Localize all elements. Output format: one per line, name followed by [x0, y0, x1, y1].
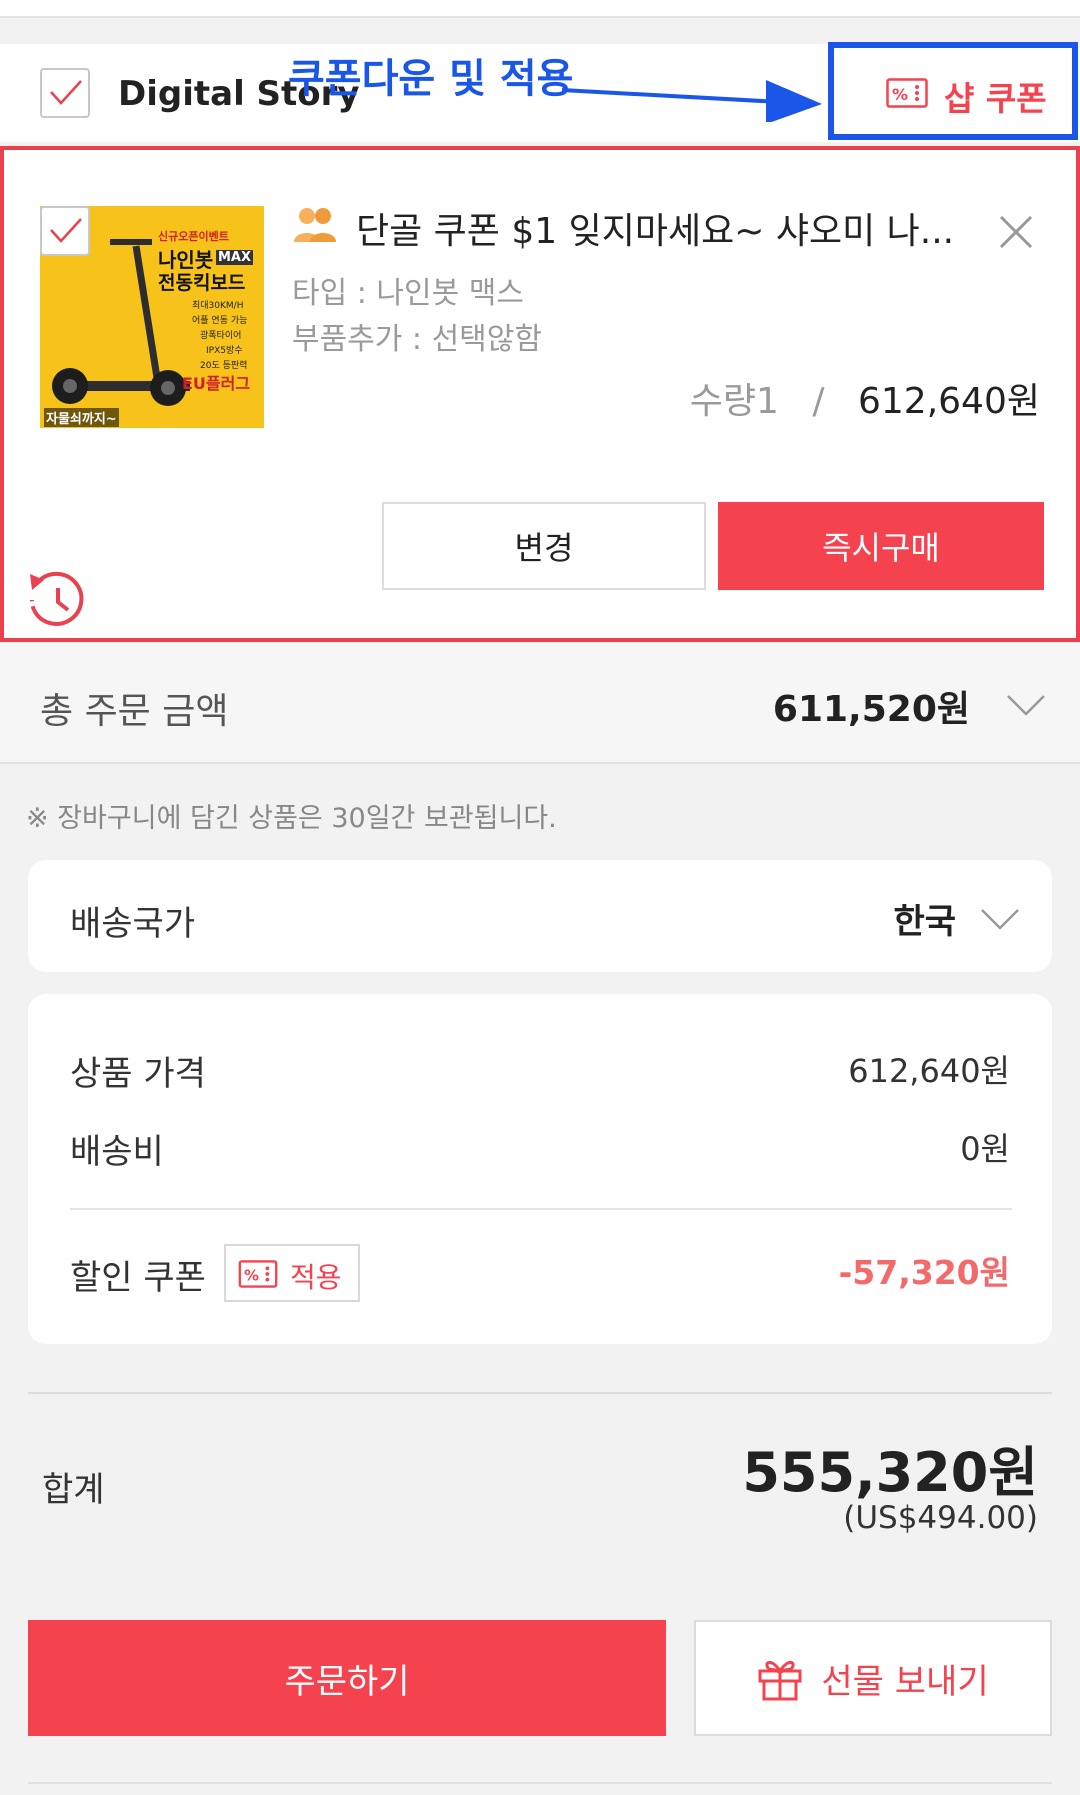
shop-coupon-button[interactable]: % 샵 쿠폰 — [828, 42, 1078, 140]
image-text-product: 전동킥보드 — [158, 272, 246, 294]
close-icon[interactable] — [998, 214, 1034, 250]
cart-item: 신규오픈이벤트 나인봇 MAX 전동킥보드 최대30KM/H 어플 연동 가능 … — [0, 146, 1080, 642]
coupon-apply-button[interactable]: % 적용 — [224, 1244, 360, 1302]
change-button[interactable]: 변경 — [382, 502, 706, 590]
grand-total-label: 합계 — [42, 1470, 105, 1510]
shipping-fee-label: 배송비 — [70, 1132, 164, 1172]
shipping-country-label: 배송국가 — [70, 904, 196, 944]
option-type: 타입 : 나인봇 맥스 — [292, 276, 524, 311]
chevron-down-icon — [981, 909, 1019, 930]
top-strip — [0, 0, 1080, 18]
shipping-fee-value: 0원 — [960, 1130, 1010, 1168]
separator: / — [812, 381, 825, 422]
item-checkbox[interactable] — [40, 206, 90, 256]
total-order-row[interactable]: 총 주문 금액 611,520원 — [0, 644, 1080, 764]
image-text-spec1: 최대30KM/H — [192, 301, 244, 311]
shipping-country-card[interactable]: 배송국가 한국 — [28, 860, 1052, 972]
buy-now-button-label: 즉시구매 — [822, 529, 940, 567]
grand-total-usd: (US$494.00) — [843, 1500, 1038, 1536]
shop-coupon-label: 샵 쿠폰 — [944, 79, 1047, 118]
buy-now-button[interactable]: 즉시구매 — [718, 502, 1044, 590]
image-text-spec2: 어플 연동 가능 — [192, 316, 248, 326]
bottom-divider — [28, 1782, 1052, 1784]
image-text-lock: 자물쇠까지~ — [44, 408, 119, 427]
image-text-spec4: IPX5방수 — [206, 346, 243, 356]
summary-divider — [70, 1208, 1012, 1210]
image-text-spec3: 광폭타이어 — [200, 331, 242, 341]
send-gift-button[interactable]: 선물 보내기 — [694, 1620, 1052, 1736]
annotation-label: 쿠폰다운 및 적용 — [288, 56, 574, 102]
svg-text:%: % — [244, 1267, 259, 1285]
product-title[interactable]: 단골 쿠폰 $1 잊지마세요~ 샤오미 나... — [356, 202, 976, 254]
shipping-country-value: 한국 — [893, 902, 956, 942]
grand-total-amount: 555,320원 — [742, 1441, 1038, 1504]
coupon-icon: % — [238, 1260, 278, 1288]
order-button-label: 주문하기 — [284, 1661, 410, 1702]
annotation-arrow — [561, 80, 822, 122]
quantity[interactable]: 수량1 — [690, 381, 779, 422]
coupon-apply-label: 적용 — [290, 1261, 342, 1294]
gift-icon — [758, 1661, 802, 1701]
chevron-down-icon — [1007, 695, 1045, 716]
discount-coupon-label: 할인 쿠폰 — [70, 1258, 206, 1298]
group-buy-icon — [294, 208, 336, 242]
history-icon[interactable] — [24, 570, 90, 630]
discount-coupon-value: -57,320원 — [838, 1253, 1010, 1292]
image-text-plug: EU플러그 — [182, 374, 251, 393]
quantity-price-row: 수량1 / 612,640원 — [690, 372, 1040, 424]
change-button-label: 변경 — [514, 529, 574, 567]
send-gift-button-label: 선물 보내기 — [821, 1661, 989, 1702]
total-order-amount: 611,520원 — [772, 689, 970, 730]
product-price-value: 612,640원 — [848, 1052, 1010, 1090]
image-text-event: 신규오픈이벤트 — [158, 230, 229, 243]
product-price-label: 상품 가격 — [70, 1054, 206, 1094]
grand-total-divider — [28, 1392, 1052, 1394]
svg-text:%: % — [892, 85, 908, 104]
option-parts: 부품추가 : 선택않함 — [292, 322, 542, 357]
image-text-max: MAX — [216, 250, 254, 265]
storage-notice: ※ 장바구니에 담긴 상품은 30일간 보관됩니다. — [26, 803, 557, 834]
item-price: 612,640원 — [858, 381, 1040, 422]
total-order-label: 총 주문 금액 — [40, 691, 229, 732]
coupon-icon: % — [886, 78, 928, 108]
seller-header: Digital Story 쿠폰다운 및 적용 % 샵 쿠폰 — [0, 42, 1080, 142]
order-button[interactable]: 주문하기 — [28, 1620, 666, 1736]
seller-checkbox[interactable] — [40, 68, 90, 118]
price-summary-card: 상품 가격 612,640원 배송비 0원 할인 쿠폰 % 적용 -57,320… — [28, 994, 1052, 1344]
